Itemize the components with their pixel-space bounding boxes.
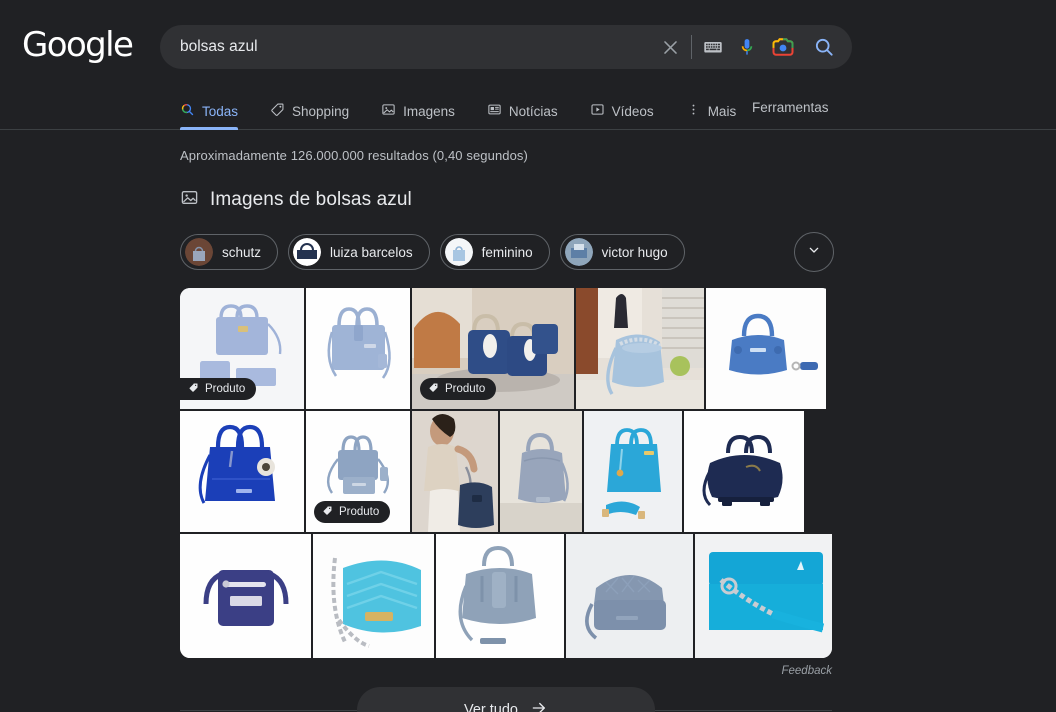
page-title: Imagens de bolsas azul (210, 189, 412, 210)
tag-icon (322, 505, 333, 519)
tab-label: Shopping (292, 103, 350, 119)
keyboard-icon[interactable] (696, 25, 730, 69)
badge-label: Produto (205, 383, 246, 395)
badge-label: Produto (339, 506, 380, 518)
search-divider (691, 35, 692, 59)
tag-icon (188, 382, 199, 396)
see-all-label: Ver tudo (463, 702, 518, 712)
image-result[interactable] (684, 411, 804, 532)
avatar (564, 238, 593, 266)
chip-label: victor hugo (601, 244, 668, 260)
microphone-icon[interactable] (730, 25, 764, 69)
badge-label: Produto (445, 383, 486, 395)
page-header: Google (0, 0, 1056, 92)
image-result[interactable]: Produto (412, 288, 574, 409)
search-icon[interactable] (802, 25, 846, 69)
tab-label: Imagens (403, 103, 455, 119)
bag-thumbnail (180, 534, 312, 658)
chip-feminino[interactable]: feminino (439, 234, 550, 270)
tag-icon (428, 382, 439, 396)
image-result[interactable] (436, 534, 564, 658)
see-all-button[interactable]: Ver tudo (357, 687, 655, 712)
chip-label: luiza barcelos (330, 244, 413, 260)
bag-thumbnail (500, 411, 582, 532)
chip-victor-hugo[interactable]: victor hugo (559, 234, 685, 270)
tab-videos[interactable]: Vídeos (590, 92, 666, 129)
tab-label: Vídeos (611, 103, 654, 119)
avatar (293, 238, 322, 266)
arrow-right-icon (530, 699, 548, 712)
search-input[interactable] (160, 38, 653, 56)
nav-tabs: Todas Shopping Imagens Notícias Vídeos M… (180, 92, 1056, 130)
image-result[interactable] (306, 288, 410, 409)
tab-label: Mais (707, 103, 737, 119)
tab-label: Todas (202, 103, 239, 119)
image-icon (381, 102, 396, 120)
image-result[interactable] (313, 534, 435, 658)
chip-schutz[interactable]: schutz (180, 234, 279, 270)
search-bar[interactable] (160, 25, 852, 69)
model-with-bag-thumbnail (412, 411, 498, 532)
bag-thumbnail (180, 411, 304, 532)
chip-label: feminino (481, 244, 533, 260)
bag-thumbnail (306, 288, 410, 409)
tab-noticias[interactable]: Notícias (487, 92, 570, 129)
image-result[interactable] (180, 534, 312, 658)
tab-imagens[interactable]: Imagens (381, 92, 467, 129)
chevron-down-icon (806, 242, 822, 263)
tag-icon (270, 102, 285, 120)
tab-mais[interactable]: Mais (686, 92, 749, 129)
avatar (185, 238, 213, 266)
image-grid: Produto Produto Produto (180, 288, 832, 658)
see-all-section: Ver tudo (180, 687, 832, 712)
produto-badge: Produto (420, 378, 497, 400)
expand-chips-button[interactable] (794, 232, 834, 272)
image-result[interactable] (412, 411, 498, 532)
more-vertical-icon (686, 102, 701, 120)
image-result[interactable] (500, 411, 582, 532)
produto-badge: Produto (180, 378, 257, 400)
image-grid-row (180, 534, 832, 658)
close-icon[interactable] (653, 25, 687, 69)
bag-thumbnail (313, 534, 435, 658)
google-logo[interactable]: Google (22, 28, 134, 62)
chip-label: schutz (222, 244, 262, 260)
bag-thumbnail (706, 288, 826, 409)
video-icon (590, 102, 605, 120)
refinement-chips: schutz luiza barcelos feminino victor hu… (180, 232, 1056, 272)
image-grid-row: Produto (180, 411, 832, 532)
image-result[interactable] (694, 534, 832, 658)
image-result[interactable] (180, 411, 304, 532)
bag-thumbnail (565, 534, 693, 658)
tools-button[interactable]: Ferramentas (752, 100, 829, 115)
image-result[interactable] (584, 411, 682, 532)
bag-thumbnail (584, 411, 682, 532)
feedback-link[interactable]: Feedback (180, 665, 832, 677)
bag-thumbnail (436, 534, 564, 658)
tab-label: Notícias (508, 103, 558, 119)
bag-thumbnail (684, 411, 804, 532)
image-result[interactable]: Produto (306, 411, 410, 532)
result-stats: Aproximadamente 126.000.000 resultados (… (180, 148, 528, 163)
tab-todas[interactable]: Todas (180, 92, 250, 130)
image-result[interactable] (576, 288, 704, 409)
nav-tabs-bar: Todas Shopping Imagens Notícias Vídeos M… (0, 92, 1056, 130)
chip-luiza-barcelos[interactable]: luiza barcelos (288, 234, 430, 270)
produto-badge: Produto (314, 501, 391, 523)
image-result[interactable] (706, 288, 826, 409)
image-grid-row: Produto (180, 288, 832, 409)
news-icon (487, 102, 502, 120)
bag-scene-thumbnail (576, 288, 704, 409)
tab-shopping[interactable]: Shopping (270, 92, 361, 129)
search-icon (180, 102, 195, 120)
avatar (444, 238, 473, 266)
google-lens-camera-icon[interactable] (764, 25, 802, 69)
image-icon (180, 188, 199, 212)
image-result[interactable]: Produto (180, 288, 304, 409)
results-content: Aproximadamente 126.000.000 resultados (… (0, 130, 1056, 712)
image-result[interactable] (565, 534, 693, 658)
bag-thumbnail (694, 534, 832, 658)
images-section-header: Imagens de bolsas azul (180, 188, 1056, 212)
